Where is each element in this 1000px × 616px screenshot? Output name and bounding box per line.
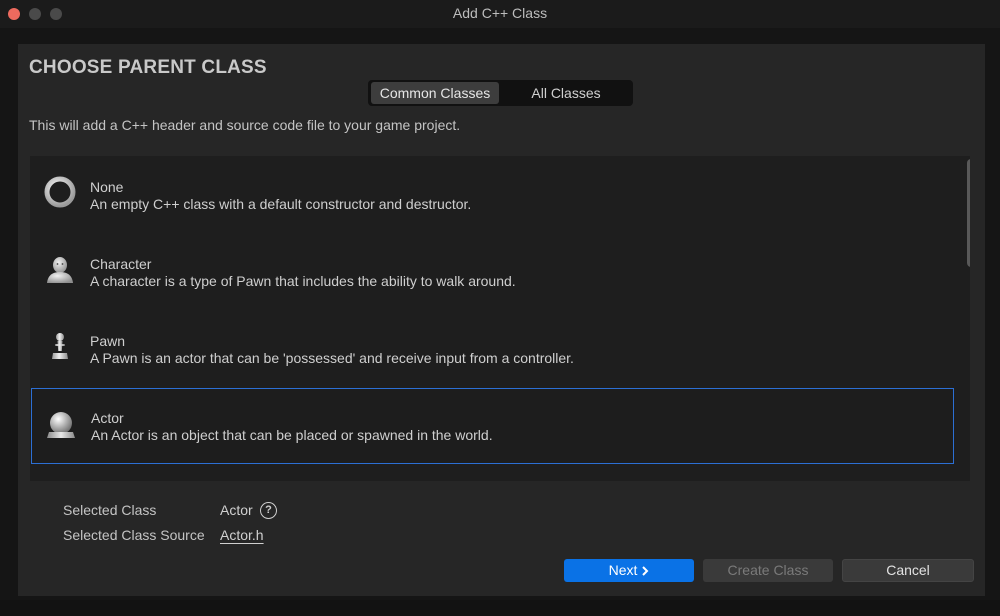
class-description: An empty C++ class with a default constr… [90,196,472,212]
dialog-description: This will add a C++ header and source co… [29,117,461,133]
create-class-button[interactable]: Create Class [703,559,833,582]
class-description: A Pawn is an actor that can be 'possesse… [90,350,574,366]
chevron-right-icon [642,566,649,576]
next-button[interactable]: Next [564,559,694,582]
actor-icon [44,408,78,442]
add-class-dialog: CHOOSE PARENT CLASS Common Classes All C… [18,44,985,596]
class-name: Character [90,256,152,272]
class-list: None An empty C++ class with a default c… [30,156,970,481]
list-item-character[interactable]: Character A character is a type of Pawn … [30,233,968,310]
page-title: CHOOSE PARENT CLASS [29,57,267,78]
list-item-pawn[interactable]: Pawn A Pawn is an actor that can be 'pos… [30,310,968,387]
tab-common-classes[interactable]: Common Classes [371,82,499,104]
help-icon[interactable]: ? [260,502,277,519]
class-description: An Actor is an object that can be placed… [91,427,493,443]
scrollbar-thumb[interactable] [967,159,970,267]
selected-class-source-link[interactable]: Actor.h [220,527,264,543]
tab-all-classes[interactable]: All Classes [502,82,630,104]
class-description: A character is a type of Pawn that inclu… [90,273,516,289]
class-name: Actor [91,410,124,426]
next-button-label: Next [608,562,638,578]
title-bar: Add C++ Class [0,0,1000,28]
selected-class-value: Actor [220,502,253,518]
class-name: None [90,179,124,195]
list-item-none[interactable]: None An empty C++ class with a default c… [30,156,968,233]
class-name: Pawn [90,333,126,349]
selected-class-label: Selected Class [63,502,157,518]
list-item-actor[interactable]: Actor An Actor is an object that can be … [31,388,954,464]
cancel-button[interactable]: Cancel [842,559,974,582]
class-tabs: Common Classes All Classes [368,80,633,106]
character-icon [43,252,77,286]
class-list-scrollbar[interactable] [967,159,970,477]
selected-class-source-label: Selected Class Source [63,527,205,543]
pawn-icon [43,329,77,363]
background-strip [0,600,1000,616]
ring-icon [43,175,77,209]
window-title: Add C++ Class [452,5,548,21]
